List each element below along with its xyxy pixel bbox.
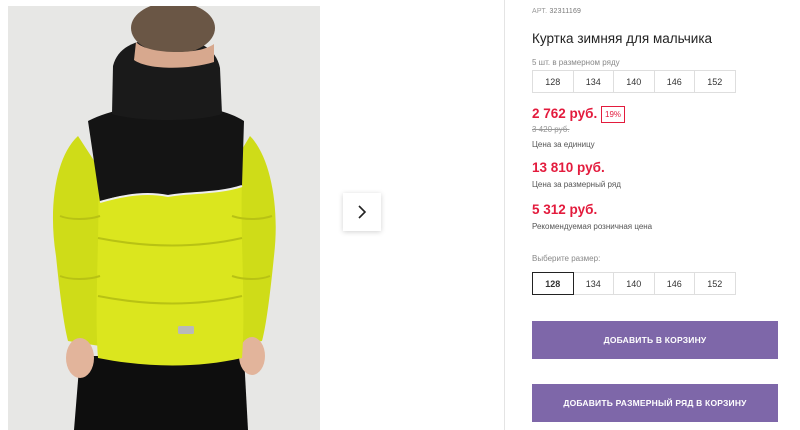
article-number: 32311169 <box>549 8 582 15</box>
article-label: АРТ. <box>532 8 548 15</box>
product-gallery <box>0 0 505 430</box>
add-pack-to-cart-button[interactable]: ДОБАВИТЬ РАЗМЕРНЫЙ РЯД В КОРЗИНУ <box>532 384 778 422</box>
pack-price-caption: Цена за размерный ряд <box>532 180 621 189</box>
retail-price-caption: Рекомендуемая розничная цена <box>532 222 653 231</box>
choose-size-label: Выберите размер: <box>532 254 601 263</box>
discount-badge: 19% <box>601 106 626 123</box>
pack-size-label: 5 шт. в размерном ряду <box>532 58 620 67</box>
pack-size-cell: 146 <box>653 70 695 93</box>
product-photo[interactable] <box>8 6 320 430</box>
size-option-146[interactable]: 146 <box>653 272 695 295</box>
article: АРТ. 32311169 <box>532 8 581 15</box>
chevron-right-icon <box>358 205 367 219</box>
size-option-134[interactable]: 134 <box>572 272 614 295</box>
unit-price-caption: Цена за единицу <box>532 140 595 149</box>
pack-size-cell: 152 <box>694 70 736 93</box>
size-option-128[interactable]: 128 <box>532 272 574 295</box>
size-option-140[interactable]: 140 <box>613 272 655 295</box>
size-selector: 128 134 140 146 152 <box>532 272 736 295</box>
next-image-button[interactable] <box>343 193 381 231</box>
product-title: Куртка зимняя для мальчика <box>532 31 713 46</box>
size-option-152[interactable]: 152 <box>694 272 736 295</box>
pack-size-cell: 140 <box>613 70 655 93</box>
pack-size-cell: 128 <box>532 70 574 93</box>
unit-price: 2 762 руб. <box>532 106 598 121</box>
pack-price: 13 810 руб. <box>532 160 605 175</box>
add-to-cart-button[interactable]: ДОБАВИТЬ В КОРЗИНУ <box>532 321 778 359</box>
pack-size-cell: 134 <box>572 70 614 93</box>
retail-price: 5 312 руб. <box>532 202 598 217</box>
pack-sizes: 128 134 140 146 152 <box>532 70 736 93</box>
panel-divider <box>504 0 505 430</box>
old-price: 3 420 руб. <box>532 125 570 134</box>
